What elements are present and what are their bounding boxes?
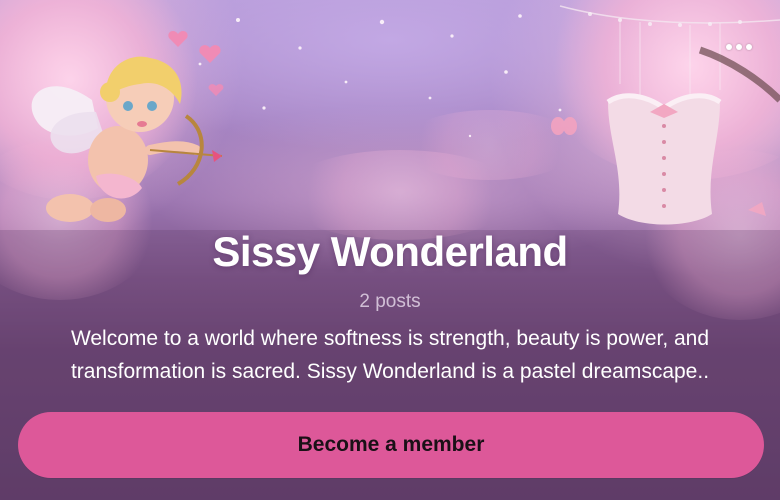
- more-horizontal-icon: [726, 44, 732, 50]
- page-title: Sissy Wonderland: [212, 228, 568, 275]
- become-member-label: Become a member: [297, 433, 485, 456]
- more-horizontal-icon-dot: [736, 44, 742, 50]
- campaign-description: Welcome to a world where softness is str…: [70, 327, 710, 383]
- campaign-hero: Sissy Wonderland 2 posts Welcome to a wo…: [0, 0, 780, 500]
- become-member-button[interactable]: Become a member: [18, 412, 764, 478]
- more-horizontal-icon-dot: [746, 44, 752, 50]
- post-count: 2 posts: [359, 291, 421, 312]
- more-options-button[interactable]: [722, 36, 756, 58]
